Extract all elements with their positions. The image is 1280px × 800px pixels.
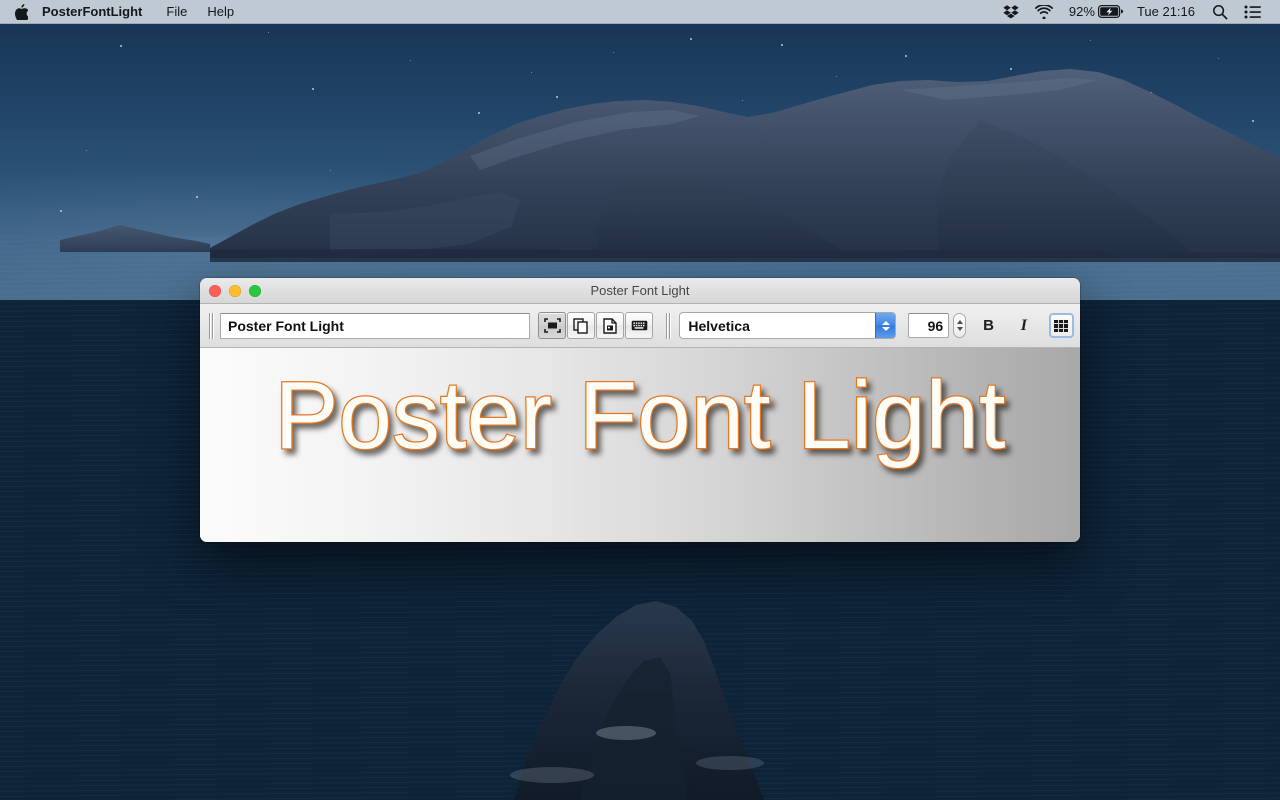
toolbar-button-group [538,312,654,339]
menu-bar-left: PosterFontLight File Help [0,0,244,23]
font-size-input[interactable]: 96 [908,313,950,338]
zoom-button[interactable] [249,285,261,297]
window-traffic-lights [209,278,261,304]
wallpaper-foreground-rock [510,601,764,800]
battery-percent-label: 92% [1068,4,1095,19]
text-input[interactable]: Poster Font Light [220,312,531,339]
wifi-icon [1034,4,1053,19]
font-size-stepper[interactable] [953,313,966,338]
keyboard-button[interactable] [625,312,654,339]
battery-status-item[interactable]: 92% [1061,0,1128,23]
dropbox-icon [1003,4,1019,18]
poster-font-light-window: Poster Font Light Poster Font Light Helv… [200,278,1080,542]
italic-button[interactable]: I [1011,313,1036,339]
toolbar-grip-right[interactable] [665,312,673,339]
copy-button[interactable] [567,312,596,339]
toolbar-grip-left[interactable] [208,312,215,339]
wifi-status-item[interactable] [1027,0,1061,23]
window-titlebar[interactable]: Poster Font Light [200,278,1080,304]
battery-charging-icon [1097,5,1124,18]
poster-canvas[interactable]: Poster Font Light [200,348,1080,542]
apple-menu-button[interactable] [0,0,40,23]
select-region-button[interactable] [538,312,567,339]
spotlight-search-button[interactable] [1204,0,1236,23]
menu-bar-clock[interactable]: Tue 21:16 [1128,4,1204,19]
menu-bar: PosterFontLight File Help 92% Tue 21:16 [0,0,1280,24]
font-select[interactable]: Helvetica [679,312,897,339]
keyboard-icon [631,320,648,331]
window-toolbar: Poster Font Light Helvetica 96 B I [200,304,1080,348]
color-grid-icon [1054,319,1069,332]
wallpaper-island [60,69,1280,262]
menu-bar-status-area: 92% Tue 21:16 [995,0,1280,23]
font-select-value: Helvetica [688,317,750,334]
chevron-updown-icon[interactable] [875,313,896,338]
poster-text: Poster Font Light [273,361,1007,471]
close-button[interactable] [209,285,221,297]
color-grid-button[interactable] [1048,313,1074,338]
control-center-icon [1244,5,1261,18]
window-title: Poster Font Light [590,283,690,298]
desktop: PosterFontLight File Help 92% Tue 21:16 … [0,0,1280,800]
apple-logo-icon [14,3,28,20]
search-icon [1213,4,1228,19]
control-center-button[interactable] [1236,0,1270,23]
menu-item-file[interactable]: File [156,0,197,23]
save-document-icon [603,317,618,334]
minimize-button[interactable] [229,285,241,297]
bold-button[interactable]: B [976,313,1001,339]
copy-icon [573,317,589,334]
crop-marquee-icon [544,318,561,333]
menu-item-help[interactable]: Help [197,0,244,23]
save-image-button[interactable] [596,312,625,339]
menu-app-name[interactable]: PosterFontLight [40,0,156,23]
dropbox-status-item[interactable] [995,0,1027,23]
